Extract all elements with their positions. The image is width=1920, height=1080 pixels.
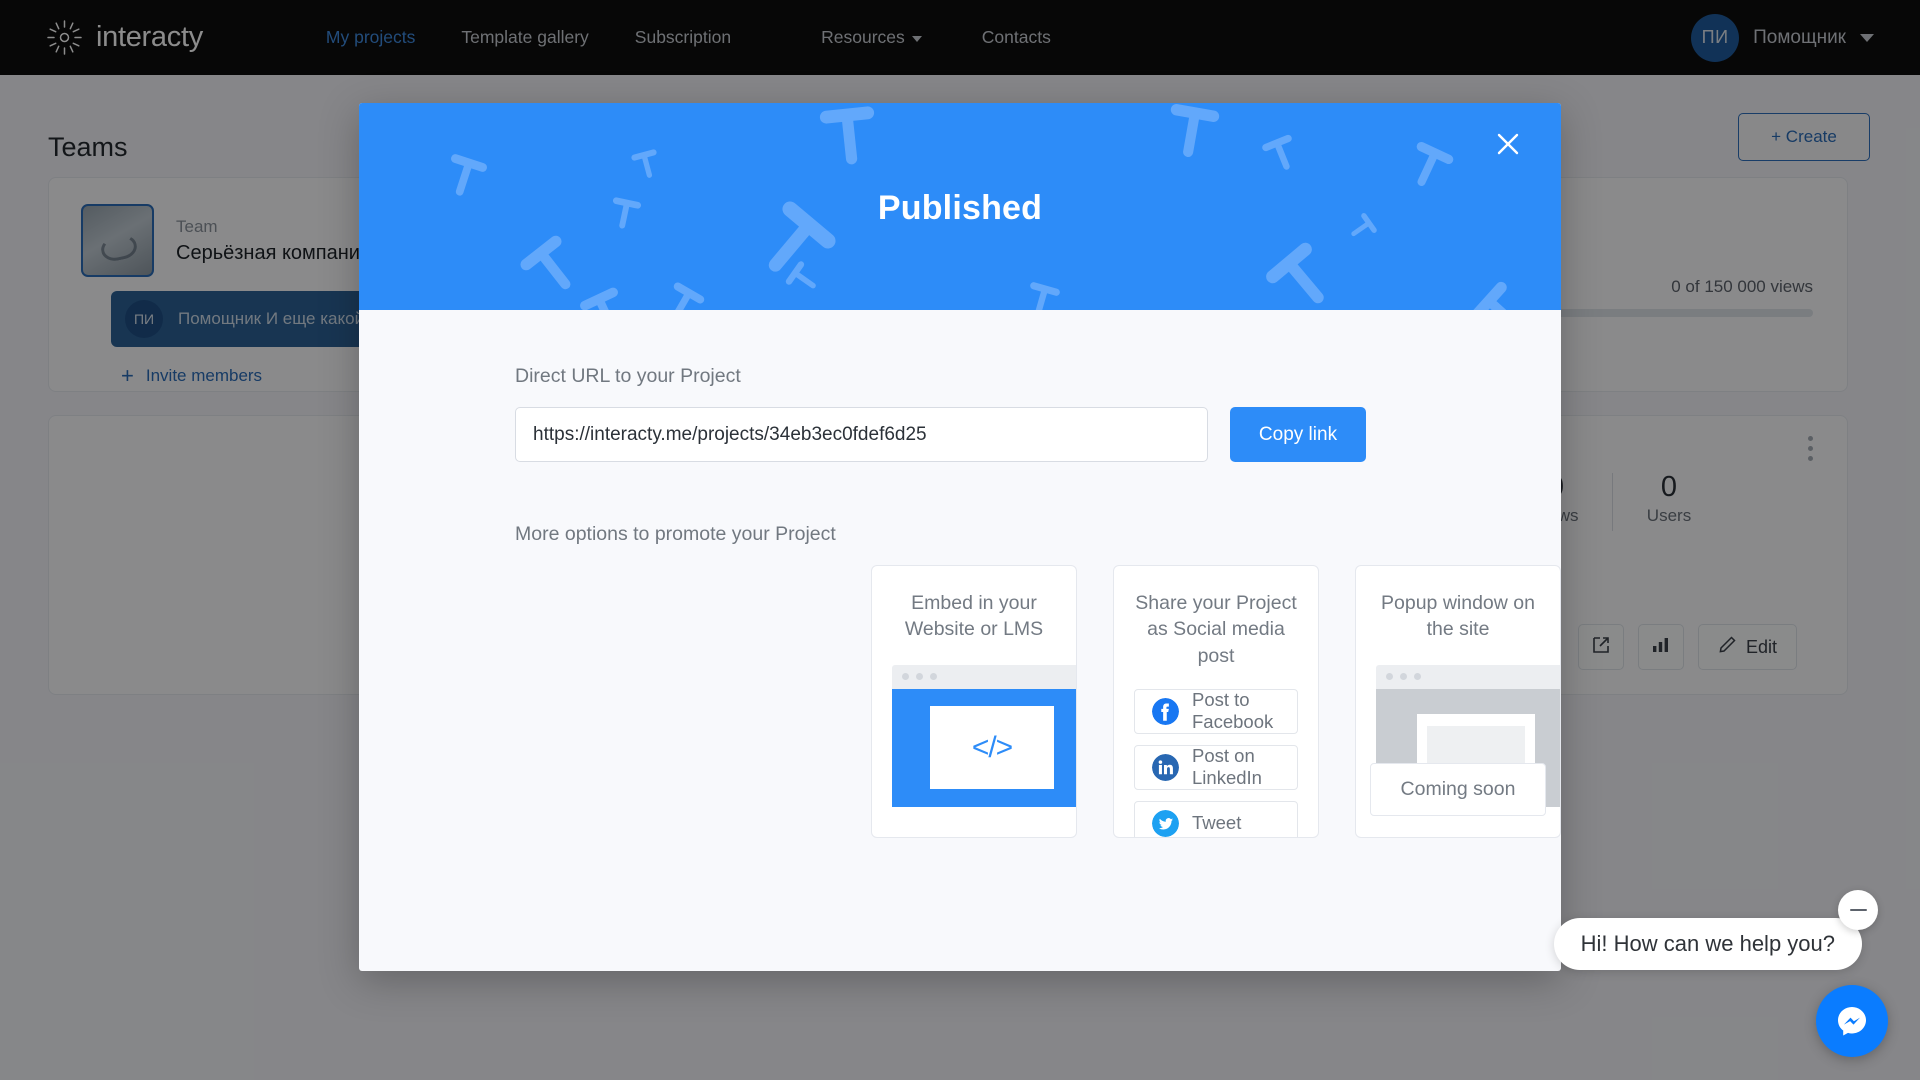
tweet-button[interactable]: Tweet — [1134, 800, 1298, 837]
coming-soon-badge: Coming soon — [1370, 763, 1546, 816]
facebook-icon — [1152, 697, 1179, 725]
twitter-icon — [1152, 809, 1179, 837]
chat-greeting-message: Hi! How can we help you? — [1553, 918, 1862, 970]
embed-card-title: Embed in your Website or LMS — [904, 592, 1044, 641]
embed-card[interactable]: Embed in your Website or LMS </> — [871, 565, 1077, 838]
linkedin-button-label: Post on LinkedIn — [1192, 745, 1262, 789]
social-share-card: Share your Project as Social media post … — [1113, 565, 1319, 838]
copy-link-button[interactable]: Copy link — [1230, 407, 1366, 462]
linkedin-icon — [1152, 753, 1179, 781]
direct-url-row: Copy link — [515, 407, 1561, 462]
popup-window-card: Popup window on the site Coming soon — [1355, 565, 1561, 838]
modal-title: Published — [877, 189, 1043, 227]
more-options-label: More options to promote your Project — [515, 523, 836, 545]
promotion-cards: Embed in your Website or LMS </> Share y… — [871, 565, 1561, 838]
code-embed-icon: </> — [892, 664, 1076, 807]
close-icon[interactable] — [1486, 122, 1530, 166]
modal-header: Published — [359, 103, 1561, 310]
direct-url-input[interactable] — [515, 407, 1208, 462]
chat-widget: Hi! How can we help you? — [1500, 850, 1920, 1080]
published-modal: Published Direct URL to your Project Cop… — [359, 103, 1561, 971]
social-card-title: Share your Project as Social media post — [1135, 592, 1297, 667]
modal-body: Direct URL to your Project Copy link Mor… — [359, 310, 1561, 838]
direct-url-label: Direct URL to your Project — [515, 365, 741, 387]
facebook-button-label: Post to Facebook — [1192, 689, 1274, 733]
messenger-icon[interactable] — [1816, 985, 1888, 1057]
minimize-icon[interactable] — [1838, 890, 1878, 930]
tweet-button-label: Tweet — [1192, 812, 1242, 834]
popup-card-title: Popup window on the site — [1381, 592, 1535, 641]
social-buttons: Post to Facebook Post on LinkedIn Tweet — [1134, 688, 1298, 837]
post-on-linkedin-button[interactable]: Post on LinkedIn — [1134, 744, 1298, 790]
post-to-facebook-button[interactable]: Post to Facebook — [1134, 688, 1298, 734]
